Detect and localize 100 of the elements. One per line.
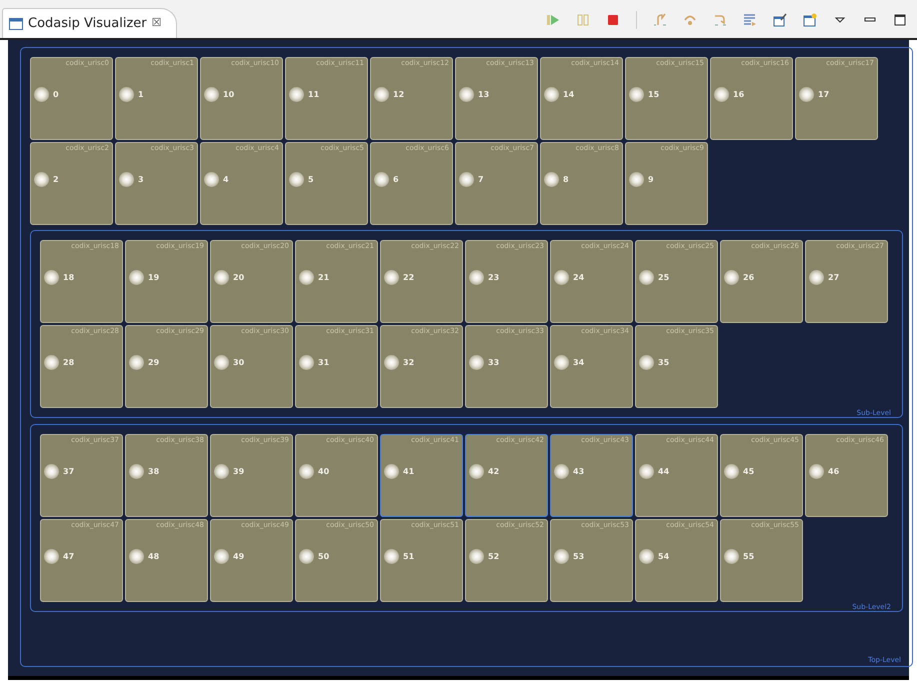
core-number: 14 [563,88,574,100]
led-icon [714,87,729,102]
core-number: 8 [563,174,569,186]
core-number: 54 [658,550,670,562]
led-icon [799,87,814,102]
core-number: 32 [403,356,414,368]
led-icon [459,172,474,187]
core-number: 18 [63,272,74,284]
step-into-icon[interactable] [653,13,667,27]
core-number: 31 [318,356,330,368]
led-icon [289,87,304,102]
step-return-icon[interactable] [713,13,727,27]
core-number: 15 [648,88,660,100]
led-icon [629,87,644,102]
led-icon [299,464,314,479]
led-icon [809,270,824,285]
tab-title: Codasip Visualizer [28,14,147,33]
led-icon [214,355,229,370]
led-icon [34,172,49,187]
led-icon [469,270,484,285]
led-icon [374,172,389,187]
led-icon [554,270,569,285]
led-icon [34,87,49,102]
core-number: 29 [148,356,160,368]
core-number: 33 [488,356,500,368]
core-number: 11 [308,88,320,100]
core-number: 53 [573,550,584,562]
window-icon [9,18,23,30]
core-number: 25 [658,272,670,284]
led-icon [214,549,229,564]
core-number: 27 [828,272,840,284]
core-number: 7 [478,174,484,186]
led-icon [129,355,144,370]
led-icon [544,172,559,187]
core-number: 41 [403,466,414,478]
new-window-icon[interactable] [803,13,817,27]
core-number: 10 [223,88,234,100]
core-number: 22 [403,272,414,284]
core-number: 50 [318,550,330,562]
core-number: 30 [233,356,244,368]
core-number: 3 [138,174,144,186]
led-icon [629,172,644,187]
led-icon [384,355,399,370]
led-icon [204,87,219,102]
core-number: 17 [818,88,830,100]
core-number: 9 [648,174,654,186]
led-icon [44,549,59,564]
core-number: 6 [393,174,399,186]
led-icon [299,355,314,370]
led-icon [129,549,144,564]
led-icon [469,355,484,370]
core-number: 12 [393,88,404,100]
led-icon [129,464,144,479]
led-icon [384,270,399,285]
core-number: 55 [743,550,754,562]
core-number: 5 [308,174,314,186]
led-icon [639,355,654,370]
core-number: 47 [63,550,74,562]
core-number: 0 [53,88,59,100]
core-number: 51 [403,550,414,562]
core-number: 21 [318,272,330,284]
led-icon [119,172,134,187]
led-icon [384,464,399,479]
core-number: 35 [658,356,670,368]
led-icon [554,355,569,370]
core-number: 16 [733,88,744,100]
led-icon [299,549,314,564]
core-number: 49 [233,550,244,562]
core-number: 43 [573,466,584,478]
led-icon [374,87,389,102]
core-number: 39 [233,466,244,478]
led-icon [44,464,59,479]
led-icon [214,270,229,285]
led-icon [554,549,569,564]
view-tab[interactable]: Codasip Visualizer ☒ [2,8,177,38]
core-number: 44 [658,466,670,478]
led-icon [809,464,824,479]
core-number: 46 [828,466,840,478]
maximize-icon[interactable] [893,13,907,27]
led-icon [639,270,654,285]
core-number: 34 [573,356,584,368]
led-icon [119,87,134,102]
core-number: 38 [148,466,160,478]
list-icon[interactable] [743,13,757,27]
led-icon [639,464,654,479]
pin-window-icon[interactable] [773,13,787,27]
core-number: 37 [63,466,74,478]
led-icon [129,270,144,285]
close-button[interactable]: ☒ [152,15,162,32]
core-number: 1 [138,88,144,100]
core-number: 23 [488,272,500,284]
core-number: 48 [148,550,160,562]
led-icon [639,549,654,564]
core-number: 26 [743,272,754,284]
core-number: 24 [573,272,584,284]
core-number: 45 [743,466,754,478]
core-number: 42 [488,466,500,478]
led-icon [44,270,59,285]
led-icon [554,464,569,479]
stop-icon[interactable] [606,13,620,27]
